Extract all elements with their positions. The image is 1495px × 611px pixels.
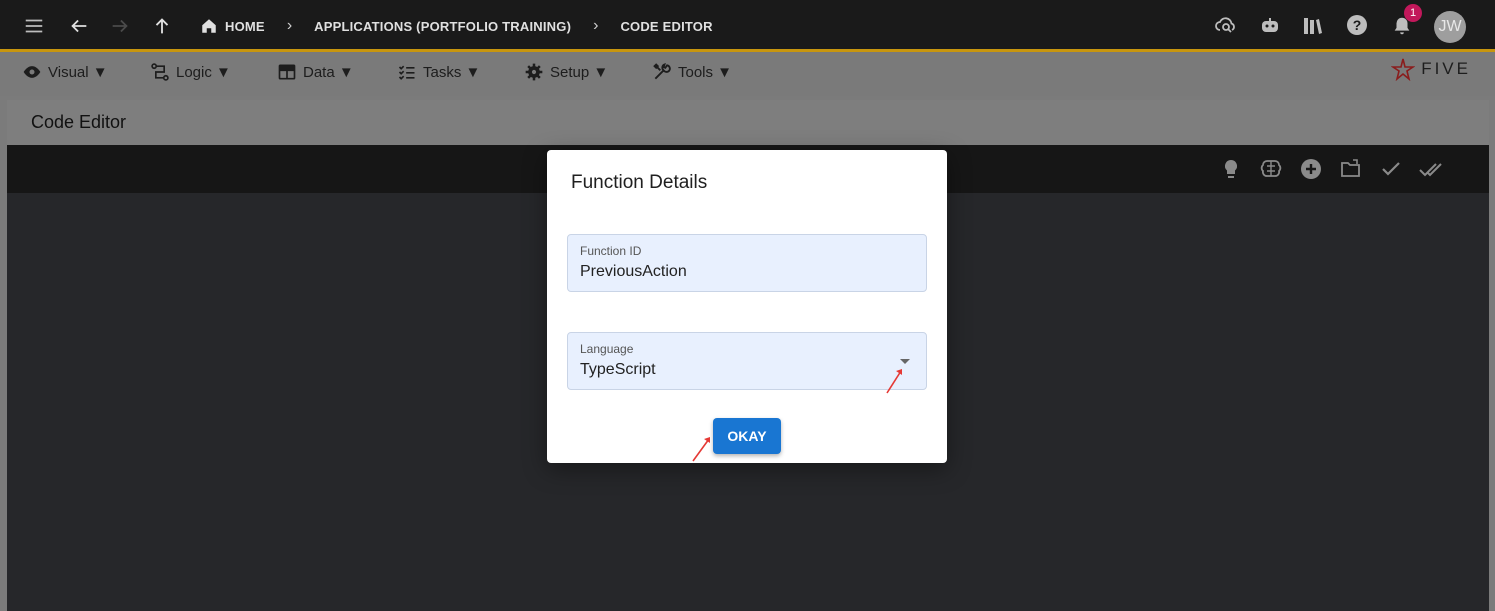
- breadcrumb-applications[interactable]: APPLICATIONS (PORTFOLIO TRAINING): [314, 19, 571, 34]
- menu-data-label: Data ▼: [303, 63, 354, 81]
- up-icon[interactable]: [150, 14, 174, 38]
- chevron-right-icon: ›: [593, 17, 599, 34]
- dialog-title: Function Details: [571, 172, 708, 193]
- double-check-icon[interactable]: [1419, 157, 1443, 181]
- logic-icon: [151, 63, 169, 81]
- language-label: Language: [580, 342, 634, 356]
- five-logo: FIVE: [1391, 57, 1471, 81]
- tasks-icon: [398, 65, 415, 80]
- check-icon[interactable]: [1379, 157, 1403, 181]
- annotation-arrow-icon: [692, 437, 710, 462]
- back-icon[interactable]: [67, 14, 91, 38]
- function-id-label: Function ID: [580, 244, 642, 258]
- menu-tasks[interactable]: Tasks ▼: [397, 52, 480, 92]
- help-icon[interactable]: ?: [1345, 13, 1369, 37]
- open-folder-icon[interactable]: [1339, 157, 1363, 181]
- breadcrumb-home[interactable]: HOME: [225, 19, 265, 34]
- logo-text: FIVE: [1421, 59, 1471, 78]
- top-app-bar: HOME › APPLICATIONS (PORTFOLIO TRAINING)…: [0, 0, 1495, 52]
- notification-badge: 1: [1404, 4, 1422, 22]
- menu-setup-label: Setup ▼: [550, 63, 609, 81]
- home-icon[interactable]: [200, 17, 218, 35]
- svg-text:?: ?: [1353, 17, 1362, 33]
- table-icon: [278, 64, 296, 80]
- brain-icon[interactable]: [1259, 157, 1283, 181]
- breadcrumb: HOME › APPLICATIONS (PORTFOLIO TRAINING)…: [200, 0, 713, 52]
- function-id-value: PreviousAction: [580, 263, 687, 280]
- function-details-dialog: Function Details Function ID PreviousAct…: [547, 150, 947, 463]
- chevron-right-icon: ›: [286, 17, 293, 34]
- annotation-arrow-icon: [886, 369, 902, 394]
- library-icon[interactable]: [1301, 14, 1325, 38]
- add-circle-icon[interactable]: [1299, 157, 1323, 181]
- function-id-field[interactable]: Function ID PreviousAction: [567, 234, 927, 292]
- menu-icon[interactable]: [22, 14, 46, 38]
- chat-bot-icon[interactable]: [1258, 14, 1282, 38]
- breadcrumb-code-editor[interactable]: CODE EDITOR: [620, 19, 712, 34]
- forward-icon[interactable]: [108, 14, 132, 38]
- menu-visual[interactable]: Visual ▼: [22, 52, 108, 92]
- page-title: Code Editor: [7, 100, 1489, 145]
- okay-button[interactable]: OKAY: [713, 418, 781, 454]
- menu-logic[interactable]: Logic ▼: [150, 52, 231, 92]
- gear-icon: [525, 63, 543, 81]
- tools-icon: [653, 62, 671, 80]
- cloud-search-icon[interactable]: [1214, 13, 1238, 37]
- help-bulb-icon[interactable]: [1219, 157, 1243, 181]
- menu-tools-label: Tools ▼: [678, 63, 733, 81]
- language-select[interactable]: Language TypeScript: [567, 332, 927, 390]
- menu-logic-label: Logic ▼: [176, 63, 231, 81]
- avatar[interactable]: JW: [1434, 11, 1466, 43]
- menu-tasks-label: Tasks ▼: [423, 63, 481, 81]
- five-logo-icon: [1391, 58, 1416, 81]
- menu-tools[interactable]: Tools ▼: [652, 52, 732, 92]
- language-value: TypeScript: [580, 361, 656, 378]
- menu-data[interactable]: Data ▼: [277, 52, 354, 92]
- main-menu-bar: Visual ▼ Logic ▼ Data ▼ Tasks ▼ Setup ▼ …: [0, 52, 1495, 96]
- menu-visual-label: Visual ▼: [48, 63, 108, 81]
- eye-icon: [23, 66, 41, 78]
- menu-setup[interactable]: Setup ▼: [524, 52, 608, 92]
